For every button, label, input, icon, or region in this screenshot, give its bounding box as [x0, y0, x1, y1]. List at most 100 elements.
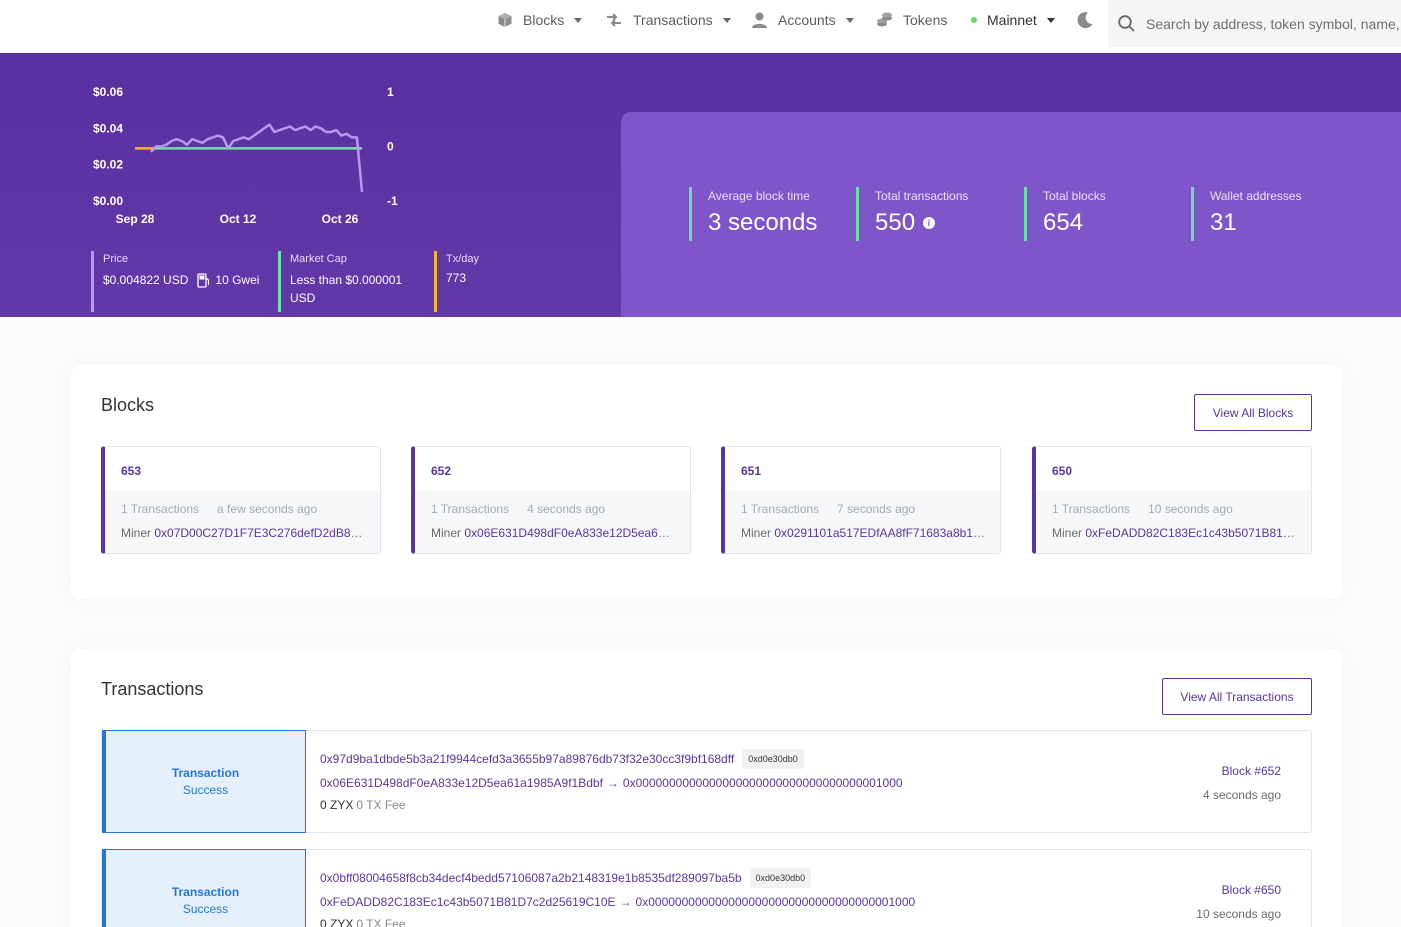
network-label: Mainnet	[987, 12, 1037, 28]
block-link[interactable]: Block #652	[1203, 764, 1281, 778]
transaction-status-text: Success	[182, 783, 229, 797]
coins-icon	[877, 12, 892, 27]
block-link[interactable]: Block #650	[1196, 883, 1281, 897]
block-number-link[interactable]: 653	[121, 464, 141, 478]
block-age: 4 seconds ago	[527, 502, 606, 516]
block-number-link[interactable]: 651	[741, 464, 761, 478]
nav-tokens[interactable]: Tokens	[876, 0, 947, 40]
block-tx-count: 1 Transactions	[741, 502, 820, 516]
tx-age: 4 seconds ago	[1202, 788, 1281, 802]
wallet-addresses-stat: Wallet addresses 31	[1191, 187, 1302, 241]
miner-address-link[interactable]: 0x07D00C27D1F7E3C276defD2dB8b6e1dd3e9d6A…	[154, 526, 366, 540]
miner-label: Miner	[431, 526, 462, 540]
total-transactions-title: Total transactions	[875, 189, 969, 203]
search-icon	[1118, 15, 1135, 32]
nav-blocks-label: Blocks	[523, 12, 565, 28]
total-blocks-value: 654	[1043, 209, 1084, 236]
arrow-right-icon: →	[619, 895, 632, 909]
block-tx-count: 1 Transactions	[121, 502, 200, 516]
nav-accounts-label: Accounts	[778, 12, 836, 28]
tx-per-day-stat: Tx/day 773	[434, 251, 524, 312]
transaction-status: Transaction Success	[102, 849, 306, 927]
transaction-type: Transaction	[171, 766, 240, 780]
block-number-link[interactable]: 652	[431, 464, 451, 478]
block-number-link[interactable]: 650	[1052, 464, 1072, 478]
miner-label: Miner	[121, 526, 152, 540]
tx-value: 0 ZYX	[320, 917, 354, 927]
gas-pump-icon	[197, 272, 210, 288]
total-blocks-stat: Total blocks 654	[1024, 187, 1106, 241]
block-tile[interactable]: 650 1 Transactions 10 seconds ago Miner 0…	[1032, 446, 1312, 554]
chevron-down-icon	[722, 17, 731, 23]
dark-mode-toggle[interactable]	[1076, 0, 1094, 40]
transfer-icon	[607, 13, 621, 27]
miner-address-link[interactable]: 0x06E631D498dF0eA833e12D5ea61a1985A9f1Bd…	[464, 526, 676, 540]
cube-icon	[498, 13, 512, 27]
info-icon[interactable]: i	[923, 217, 936, 229]
search-input[interactable]: Search by address, token symbol, name,	[1146, 16, 1400, 32]
total-transactions-stat: Total transactions 550 i	[856, 187, 968, 241]
tx-per-day-value: 773	[446, 271, 467, 285]
tx-fee: 0 TX Fee	[356, 917, 406, 927]
transaction-type: Transaction	[171, 885, 240, 899]
block-tx-count: 1 Transactions	[1052, 502, 1131, 516]
market-cap-stat: Market Cap Less than $0.000001 USD	[278, 251, 418, 312]
block-tile[interactable]: 652 1 Transactions 4 seconds ago Miner 0x…	[411, 446, 691, 554]
block-age: 7 seconds ago	[837, 502, 916, 516]
wallet-addresses-title: Wallet addresses	[1210, 189, 1302, 203]
total-transactions-value: 550	[875, 209, 916, 236]
tx-age: 10 seconds ago	[1196, 907, 1281, 921]
network-stats-panel: Average block time 3 seconds Total trans…	[621, 112, 1401, 317]
y-axis-left-tick: $0.00	[93, 194, 123, 208]
market-cap-title: Market Cap	[290, 253, 347, 265]
y-axis-left-tick: $0.06	[93, 85, 123, 99]
blocks-card: Blocks View All Blocks 653 1 Transaction…	[71, 365, 1342, 599]
y-axis-right-tick: -1	[387, 194, 398, 208]
view-all-blocks-button[interactable]: View All Blocks	[1194, 394, 1312, 431]
tx-fee: 0 TX Fee	[356, 798, 406, 812]
network-selector[interactable]: Mainnet	[971, 0, 1055, 40]
series-line	[150, 123, 364, 193]
network-status-dot	[971, 17, 977, 23]
transaction-tile: Transaction Success 0x97d9ba1dbde5b3a21f…	[101, 730, 1312, 833]
price-value: $0.004822 USD	[103, 273, 189, 287]
transaction-hash-link[interactable]: 0x97d9ba1dbde5b3a21f9944cefd3a3655b97a89…	[320, 752, 734, 766]
y-axis-right-tick: 0	[387, 140, 394, 154]
method-badge: 0xd0e30db0	[742, 749, 804, 769]
nav-transactions[interactable]: Transactions	[605, 0, 731, 40]
transaction-hash-link[interactable]: 0x0bff08004658f8cb34decf4bedd57106087a2b…	[320, 871, 742, 885]
to-address-link[interactable]: 0x00000000000000000000000000000000000010…	[623, 776, 903, 790]
price-stat: Price $0.004822 USD 10 Gwei	[91, 251, 271, 312]
from-address-link[interactable]: 0x06E631D498dF0eA833e12D5ea61a1985A9f1Bd…	[320, 776, 603, 790]
block-tile[interactable]: 653 1 Transactions a few seconds ago Mine…	[101, 446, 381, 554]
nav-tokens-label: Tokens	[903, 12, 948, 28]
avg-block-time-stat: Average block time 3 seconds	[689, 187, 817, 241]
nav-accounts[interactable]: Accounts	[751, 0, 854, 40]
from-address-link[interactable]: 0xFeDADD82C183Ec1c43b5071B81D7c2d25619C1…	[320, 895, 616, 909]
gas-price-value: 10 Gwei	[215, 273, 260, 287]
nav-blocks[interactable]: Blocks	[497, 0, 583, 40]
user-icon	[752, 12, 767, 28]
miner-address-link[interactable]: 0xFeDADD82C183Ec1c43b5071B81D7c2d25619C1…	[1085, 526, 1297, 540]
transaction-tile: Transaction Success 0x0bff08004658f8cb34…	[101, 849, 1312, 927]
to-address-link[interactable]: 0x00000000000000000000000000000000000010…	[636, 895, 916, 909]
nav-transactions-label: Transactions	[633, 12, 713, 28]
chevron-down-icon	[1046, 17, 1055, 23]
transactions-card: Transactions View All Transactions Trans…	[71, 649, 1342, 927]
wallet-addresses-value: 31	[1210, 209, 1237, 236]
view-all-transactions-button[interactable]: View All Transactions	[1162, 678, 1312, 715]
block-age: a few seconds ago	[217, 502, 318, 516]
avg-block-time-value: 3 seconds	[708, 209, 818, 236]
tx-per-day-title: Tx/day	[446, 253, 480, 265]
search-bar[interactable]: Search by address, token symbol, name,	[1108, 0, 1401, 47]
arrow-right-icon: →	[606, 776, 619, 790]
block-tile[interactable]: 651 1 Transactions 7 seconds ago Miner 0x…	[721, 446, 1001, 554]
moon-icon	[1077, 12, 1093, 29]
chevron-down-icon	[845, 17, 854, 23]
top-navbar: Blocks Transactions Accounts Tokens Main…	[0, 0, 1401, 53]
miner-address-link[interactable]: 0x0291101a517EDfAA8fF71683a8b1ee2E0B7c4C…	[774, 526, 986, 540]
tx-value: 0 ZYX	[320, 798, 354, 812]
price-title: Price	[103, 253, 129, 265]
y-axis-left-tick: $0.02	[93, 158, 123, 172]
transactions-title: Transactions	[101, 679, 204, 699]
